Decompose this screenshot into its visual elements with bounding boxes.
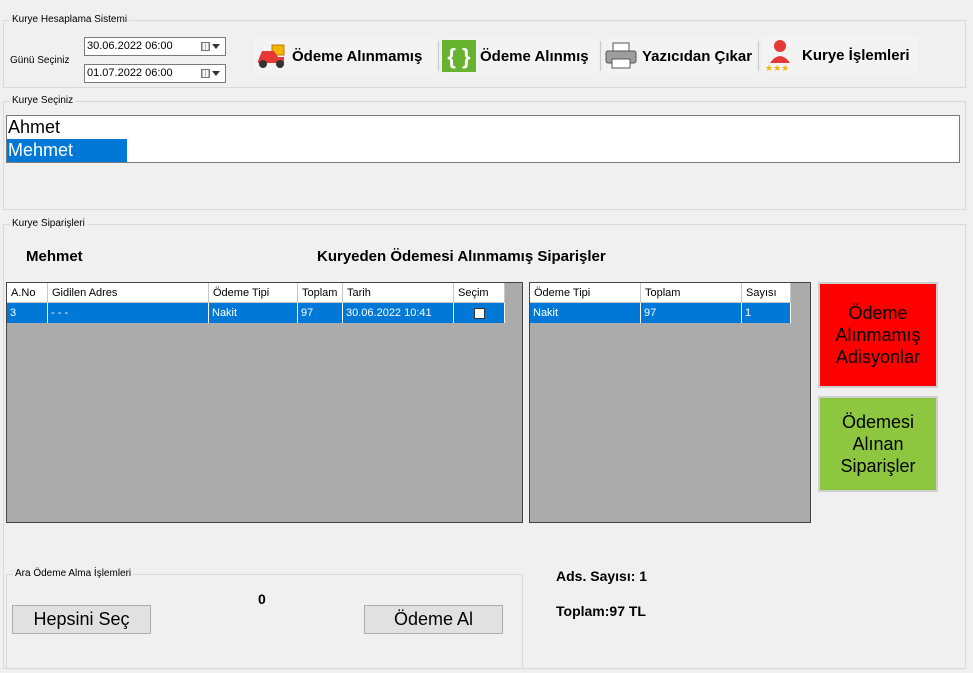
- select-all-label: Hepsini Seç: [33, 609, 130, 629]
- date-label: Günü Seçiniz: [10, 55, 70, 66]
- paid-orders-button[interactable]: Ödemesi Alınan Siparişler: [818, 396, 938, 492]
- payment-group-legend: Ara Ödeme Alma İşlemleri: [13, 568, 134, 580]
- cell-total[interactable]: 97: [297, 302, 343, 323]
- courier-list-item[interactable]: Ahmet: [7, 116, 959, 139]
- col-header-payment-type[interactable]: Ödeme Tipi: [530, 283, 641, 303]
- select-checkbox[interactable]: [473, 307, 485, 319]
- paid-toolbar-label: Ödeme Alınmış: [480, 47, 589, 65]
- courier-toolbar-label: Kurye İşlemleri: [802, 46, 910, 64]
- summary-header-row: Ödeme Tipi Toplam Sayısı: [530, 283, 791, 303]
- unpaid-orders-button[interactable]: Ödeme Alınmamış Adisyonlar: [818, 282, 938, 388]
- cell-ano[interactable]: 3: [7, 302, 48, 323]
- col-header-select[interactable]: Seçim: [453, 283, 505, 303]
- cell-count[interactable]: 1: [741, 302, 791, 323]
- take-payment-label: Ödeme Al: [393, 609, 474, 629]
- summary-grid[interactable]: Ödeme Tipi Toplam Sayısı Nakit 97 1: [529, 282, 811, 523]
- table-row[interactable]: Nakit 97 1: [530, 302, 791, 323]
- select-all-button[interactable]: Hepsini Seç: [12, 605, 151, 634]
- cell-select[interactable]: [453, 302, 505, 323]
- paid-orders-label: Ödemesi Alınan Siparişler: [840, 412, 916, 476]
- print-toolbar-button[interactable]: Yazıcıdan Çıkar: [604, 38, 756, 74]
- col-header-total[interactable]: Toplam: [297, 283, 343, 303]
- take-payment-button[interactable]: Ödeme Al: [364, 605, 503, 634]
- date-from-picker[interactable]: 30.06.2022 06:00: [84, 37, 226, 56]
- toolbar-separator: [758, 41, 759, 71]
- orders-group-legend: Kurye Siparişleri: [10, 218, 87, 230]
- cell-payment-type[interactable]: Nakit: [208, 302, 298, 323]
- courier-person-icon: ★★★: [765, 40, 790, 73]
- braces-icon: { }: [442, 40, 476, 72]
- date-from-calendar-button[interactable]: [201, 40, 223, 53]
- cell-address[interactable]: - - -: [47, 302, 209, 323]
- cell-payment-type[interactable]: Nakit: [530, 302, 641, 323]
- summary-table: Ödeme Tipi Toplam Sayısı Nakit 97 1: [530, 283, 791, 323]
- col-header-count[interactable]: Sayısı: [741, 283, 791, 303]
- unpaid-toolbar-label: Ödeme Alınmamış: [292, 47, 423, 65]
- delivery-scooter-icon: [258, 44, 285, 68]
- date-to-calendar-button[interactable]: [201, 67, 223, 80]
- total-amount-label: Toplam:97 TL: [556, 603, 646, 619]
- orders-grid[interactable]: A.No Gidilen Adres Ödeme Tipi Toplam Tar…: [6, 282, 523, 523]
- ads-count-label: Ads. Sayısı: 1: [556, 568, 648, 584]
- orders-title: Kuryeden Ödemesi Alınmamış Siparişler: [317, 248, 606, 265]
- cell-total[interactable]: 97: [640, 302, 742, 323]
- chevron-down-icon: [212, 71, 220, 76]
- unpaid-toolbar-button[interactable]: Ödeme Alınmamış: [254, 38, 436, 74]
- date-to-value: 01.07.2022 06:00: [87, 67, 173, 79]
- courier-group-legend: Kurye Seçiniz: [10, 95, 76, 107]
- calendar-icon: [201, 42, 210, 51]
- toolbar-separator: [438, 41, 439, 71]
- col-header-payment-type[interactable]: Ödeme Tipi: [208, 283, 298, 303]
- print-toolbar-label: Yazıcıdan Çıkar: [642, 47, 753, 65]
- cell-date[interactable]: 30.06.2022 10:41: [342, 302, 454, 323]
- col-header-total[interactable]: Toplam: [640, 283, 742, 303]
- date-group-legend: Kurye Hesaplama Sistemi: [10, 14, 130, 26]
- svg-text:★★★: ★★★: [765, 64, 789, 73]
- courier-listbox[interactable]: Ahmet Mehmet: [6, 115, 960, 163]
- courier-toolbar-button[interactable]: ★★★ Kurye İşlemleri: [762, 36, 918, 74]
- svg-text:{ }: { }: [447, 44, 471, 69]
- col-header-date[interactable]: Tarih: [342, 283, 454, 303]
- col-header-address[interactable]: Gidilen Adres: [47, 283, 209, 303]
- chevron-down-icon: [212, 44, 220, 49]
- calendar-icon: [201, 69, 210, 78]
- table-row[interactable]: 3 - - - Nakit 97 30.06.2022 10:41: [7, 302, 505, 323]
- toolbar-separator: [600, 41, 601, 71]
- orders-header-row: A.No Gidilen Adres Ödeme Tipi Toplam Tar…: [7, 283, 505, 303]
- printer-icon: [605, 42, 637, 69]
- selected-count: 0: [258, 591, 266, 607]
- col-header-ano[interactable]: A.No: [7, 283, 48, 303]
- selected-courier-name: Mehmet: [26, 248, 83, 265]
- unpaid-orders-label: Ödeme Alınmamış Adisyonlar: [835, 303, 921, 367]
- date-from-value: 30.06.2022 06:00: [87, 40, 173, 52]
- paid-toolbar-button[interactable]: { } Ödeme Alınmış: [442, 38, 598, 74]
- orders-table: A.No Gidilen Adres Ödeme Tipi Toplam Tar…: [7, 283, 505, 323]
- date-to-picker[interactable]: 01.07.2022 06:00: [84, 64, 226, 83]
- courier-list-item-selected[interactable]: Mehmet: [7, 139, 127, 162]
